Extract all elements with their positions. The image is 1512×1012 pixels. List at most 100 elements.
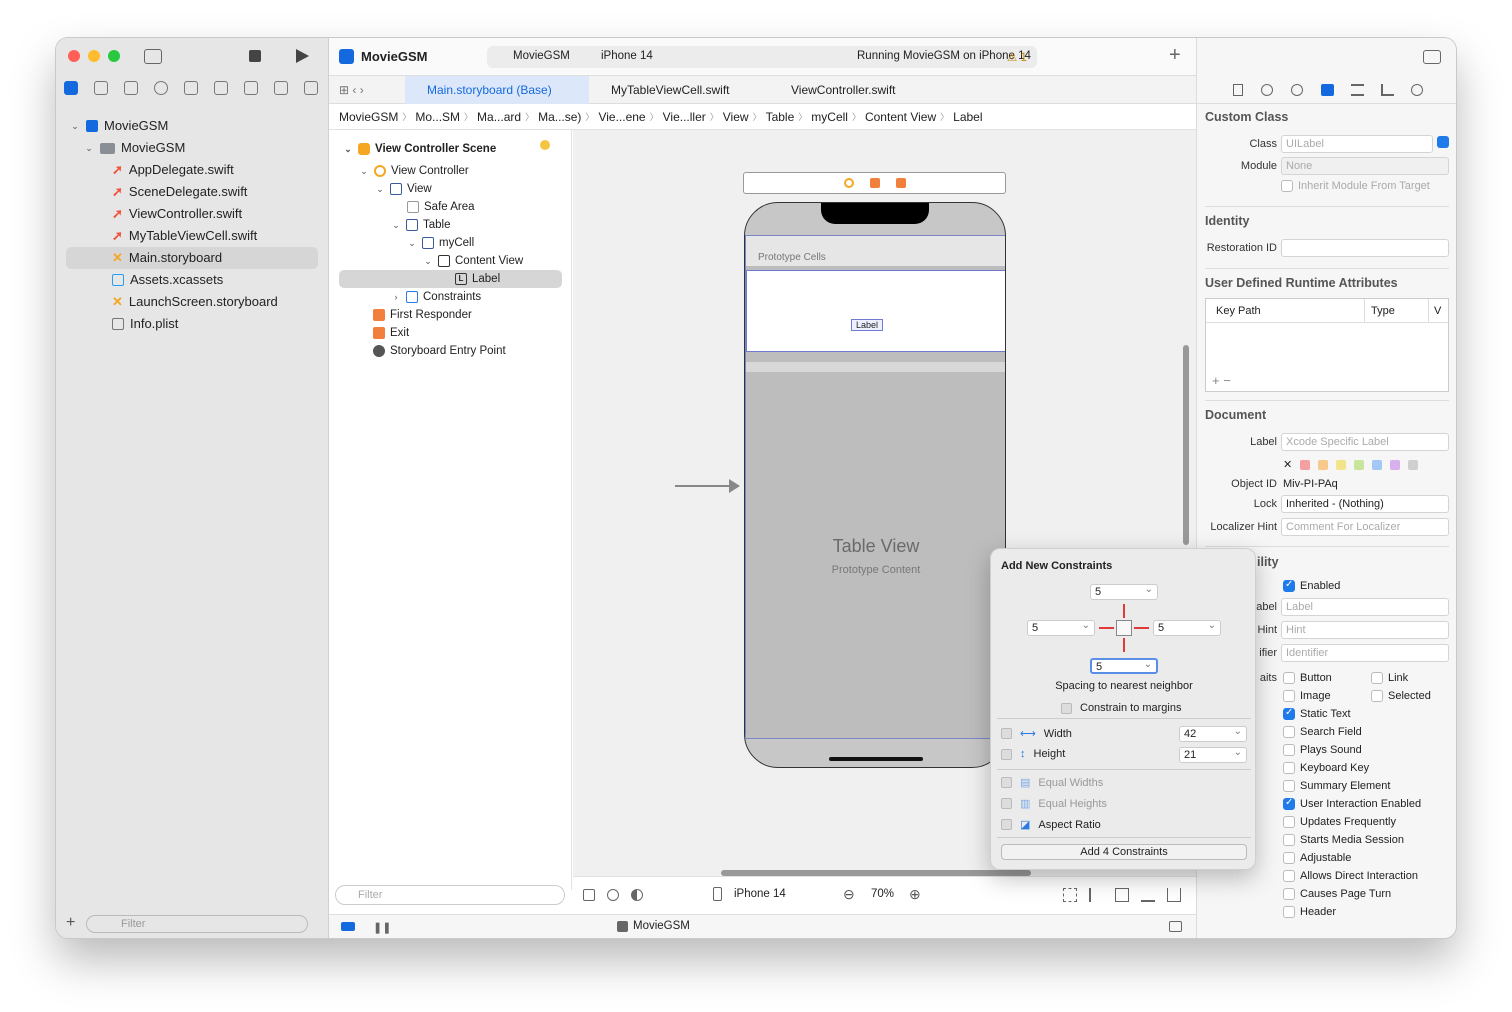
orange-swatch[interactable]: [1318, 459, 1329, 470]
sidebar-toggle-icon[interactable]: [144, 49, 162, 64]
attributes-icon[interactable]: [1351, 84, 1364, 96]
outline-item[interactable]: ⌄ View Controller Scene: [343, 140, 496, 158]
blue-swatch[interactable]: [1372, 459, 1383, 470]
trait-checkbox[interactable]: Link: [1371, 672, 1408, 684]
cell-label[interactable]: Label: [851, 319, 883, 331]
device-config[interactable]: iPhone 14: [734, 888, 786, 900]
search-icon[interactable]: [154, 81, 168, 95]
trait-checkbox[interactable]: Allows Direct Interaction: [1283, 870, 1418, 882]
top-strut-icon[interactable]: [1123, 604, 1125, 618]
aspect-ratio-checkbox[interactable]: ◪ Aspect Ratio: [1001, 818, 1101, 831]
jump-bar-item[interactable]: Label: [953, 110, 982, 124]
history-icon[interactable]: [1261, 84, 1273, 96]
tree-item[interactable]: ➚ AppDelegate.swift: [112, 159, 234, 181]
trait-checkbox[interactable]: Keyboard Key: [1283, 762, 1369, 774]
warning-count[interactable]: ⚠ 1: [1007, 50, 1027, 64]
acc-label-field[interactable]: Label: [1281, 598, 1449, 616]
height-checkbox[interactable]: ↕ Height: [1001, 748, 1065, 760]
folder-icon[interactable]: [64, 81, 78, 95]
exit-dock-icon[interactable]: [896, 178, 906, 188]
tree-item[interactable]: ✕ LaunchScreen.storyboard: [112, 291, 278, 313]
tree-item-selected[interactable]: ✕ Main.storyboard: [66, 247, 318, 269]
trait-checkbox[interactable]: Updates Frequently: [1283, 816, 1396, 828]
class-dropdown-icon[interactable]: [1437, 136, 1449, 148]
trait-checkbox[interactable]: Static Text: [1283, 707, 1351, 720]
top-constraint-field[interactable]: 5: [1090, 583, 1158, 600]
trait-checkbox[interactable]: Image: [1283, 690, 1331, 702]
test-icon[interactable]: [214, 81, 228, 95]
scene-dock[interactable]: [743, 172, 1006, 194]
connections-icon[interactable]: [1411, 84, 1423, 96]
jump-bar-item[interactable]: Ma...se): [538, 110, 581, 124]
zoom-in-icon[interactable]: ⊕: [909, 886, 921, 903]
tree-item[interactable]: ➚ SceneDelegate.swift: [112, 181, 247, 203]
trait-checkbox[interactable]: Summary Element: [1283, 780, 1390, 792]
responder-dock-icon[interactable]: [870, 178, 880, 188]
align-icon[interactable]: [1089, 888, 1103, 902]
debug-icon[interactable]: [244, 81, 258, 95]
gray-swatch[interactable]: [1408, 459, 1419, 470]
device-selector[interactable]: iPhone 14: [601, 50, 653, 62]
tree-item[interactable]: ➚ ViewController.swift: [112, 203, 242, 225]
debug-area-toggle-icon[interactable]: [341, 922, 355, 931]
jump-bar-item[interactable]: Ma...ard: [477, 110, 521, 124]
outline-filter[interactable]: Filter: [335, 885, 565, 905]
inspector-toggle-icon[interactable]: [1423, 50, 1441, 64]
vertical-scrollbar[interactable]: [1183, 345, 1189, 545]
leading-constraint-field[interactable]: 5: [1027, 619, 1095, 636]
trait-checkbox[interactable]: Starts Media Session: [1283, 834, 1404, 846]
outline-item[interactable]: First Responder: [373, 306, 472, 324]
tree-item[interactable]: Info.plist: [112, 313, 178, 335]
navigator-filter[interactable]: Filter: [86, 915, 308, 933]
trailing-strut-icon[interactable]: [1134, 627, 1149, 629]
embed-icon[interactable]: [1167, 888, 1181, 902]
outline-item[interactable]: Storyboard Entry Point: [373, 342, 506, 360]
source-control-icon[interactable]: [94, 81, 108, 95]
jump-bar-item[interactable]: Content View: [865, 110, 936, 124]
trailing-constraint-field[interactable]: 5: [1153, 619, 1221, 636]
jump-bar-item[interactable]: myCell: [811, 110, 848, 124]
accessibility-icon[interactable]: [607, 889, 619, 901]
add-attribute-icon[interactable]: + −: [1212, 373, 1231, 388]
trait-checkbox[interactable]: Causes Page Turn: [1283, 888, 1391, 900]
tree-item[interactable]: Assets.xcassets: [112, 269, 223, 291]
outline-item[interactable]: ⌄ View Controller: [359, 162, 469, 180]
breakpoint-icon[interactable]: [274, 81, 288, 95]
add-icon[interactable]: +: [66, 914, 75, 932]
zoom-out-icon[interactable]: ⊖: [843, 886, 855, 903]
jump-bar-item[interactable]: Vie...ene: [598, 110, 645, 124]
trait-checkbox[interactable]: Header: [1283, 906, 1336, 918]
type-column[interactable]: Type: [1364, 299, 1401, 323]
equal-widths-checkbox[interactable]: ▤ Equal Widths: [1001, 776, 1103, 789]
zoom-window-button[interactable]: [108, 50, 120, 62]
resolve-issues-icon[interactable]: [1141, 888, 1155, 902]
add-library-icon[interactable]: +: [1169, 44, 1181, 67]
tree-item[interactable]: ➚ MyTableViewCell.swift: [112, 225, 257, 247]
tab-viewcontroller[interactable]: ViewController.swift: [769, 76, 949, 104]
trait-checkbox[interactable]: Selected: [1371, 690, 1431, 702]
value-column[interactable]: V: [1428, 299, 1446, 323]
lock-select[interactable]: Inherited - (Nothing): [1281, 495, 1449, 513]
help-icon[interactable]: [1291, 84, 1303, 96]
key-path-column[interactable]: Key Path: [1216, 305, 1261, 317]
height-field[interactable]: 21: [1179, 746, 1247, 763]
minimize-window-button[interactable]: [88, 50, 100, 62]
report-icon[interactable]: [304, 81, 318, 95]
outline-item[interactable]: ⌄ Table: [391, 216, 451, 234]
accessibility-enabled-checkbox[interactable]: Enabled: [1283, 579, 1340, 592]
close-window-button[interactable]: [68, 50, 80, 62]
doc-label-field[interactable]: Xcode Specific Label: [1281, 433, 1449, 451]
console-toggle-icon[interactable]: [1169, 921, 1182, 932]
tab-main-storyboard[interactable]: Main.storyboard (Base): [405, 76, 589, 104]
tree-item[interactable]: ⌄ MovieGSM: [70, 115, 168, 137]
outline-item[interactable]: Exit: [373, 324, 409, 342]
identifier-field[interactable]: Identifier: [1281, 644, 1449, 662]
bottom-strut-icon[interactable]: [1123, 638, 1125, 652]
outline-item[interactable]: › Constraints: [391, 288, 481, 306]
width-field[interactable]: 42: [1179, 725, 1247, 742]
jump-bar-item[interactable]: Mo...SM: [415, 110, 460, 124]
jump-bar-item[interactable]: Vie...ller: [663, 110, 706, 124]
restoration-id-field[interactable]: [1281, 239, 1449, 257]
stop-icon[interactable]: [249, 50, 261, 62]
my-cell[interactable]: Label: [746, 270, 1005, 352]
